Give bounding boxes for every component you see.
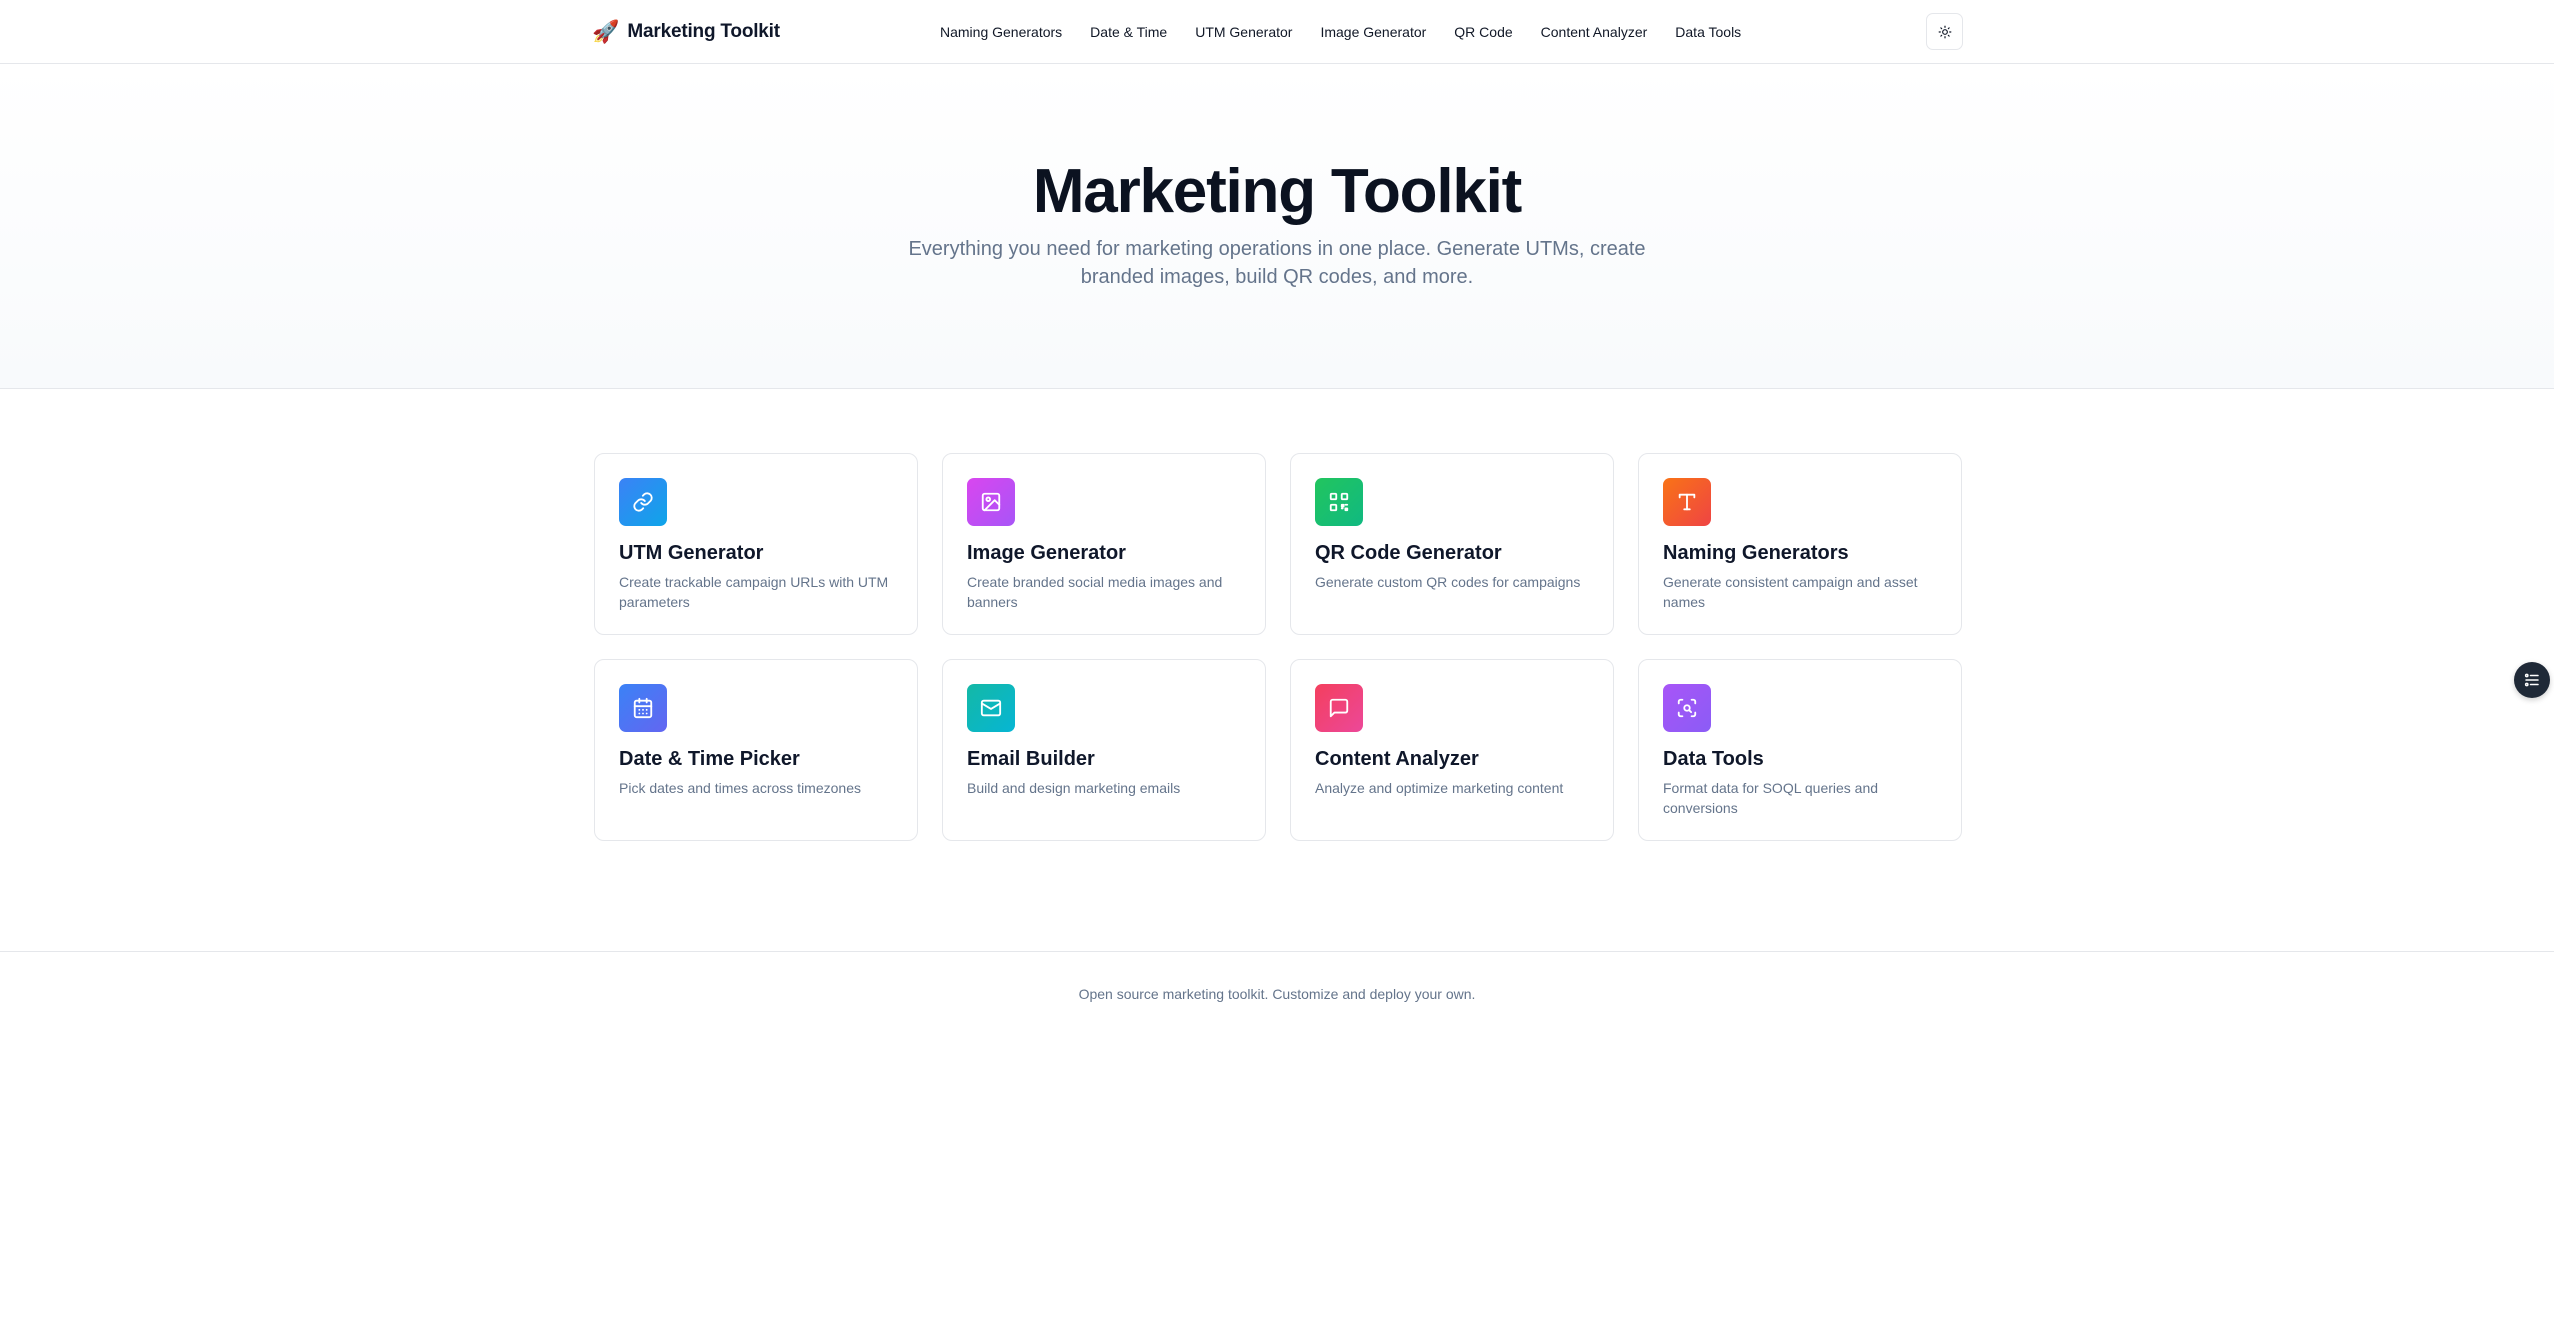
page-subtitle: Everything you need for marketing operat… [908,238,1646,288]
tool-card-naming-generators[interactable]: Naming Generators Generate consistent ca… [1638,453,1962,635]
nav-data-tools[interactable]: Data Tools [1675,24,1741,40]
card-icon-badge [619,478,667,526]
qr-code-icon [1329,492,1349,512]
card-title: Naming Generators [1663,542,1849,564]
card-title: Data Tools [1663,748,1764,770]
page-title: Marketing Toolkit [1032,157,1522,226]
hero-section: Marketing Toolkit Everything you need fo… [0,65,2554,389]
scan-icon [1677,698,1697,718]
card-title: Date & Time Picker [619,748,800,770]
card-icon-badge [967,478,1015,526]
card-title: Image Generator [967,542,1126,564]
nav-content-analyzer[interactable]: Content Analyzer [1541,24,1648,40]
image-icon [981,492,1001,512]
card-description: Create trackable campaign URLs with UTM … [619,574,889,610]
nav-date-time[interactable]: Date & Time [1090,24,1167,40]
tool-card-image-generator[interactable]: Image Generator Create branded social me… [942,453,1266,635]
card-description: Analyze and optimize marketing content [1315,780,1564,796]
nav-qr-code[interactable]: QR Code [1454,24,1512,40]
card-icon-badge [1663,478,1711,526]
card-icon-badge [1663,684,1711,732]
message-icon [1329,698,1349,718]
card-title: Content Analyzer [1315,748,1479,770]
tool-card-email-builder[interactable]: Email Builder Build and design marketing… [942,659,1266,841]
mail-icon [980,699,1002,717]
card-icon-badge [967,684,1015,732]
card-title: QR Code Generator [1315,542,1502,564]
card-icon-badge [1315,684,1363,732]
type-icon [1678,493,1696,511]
sun-icon [1938,25,1951,38]
card-description: Generate consistent campaign and asset n… [1663,574,1918,610]
footer-text: Open source marketing toolkit. Customize… [1078,986,1476,1002]
card-icon-badge [1315,478,1363,526]
card-description: Pick dates and times across timezones [619,780,861,796]
tool-card-qr-code-generator[interactable]: QR Code Generator Generate custom QR cod… [1290,453,1614,635]
card-icon-badge [619,684,667,732]
card-description: Format data for SOQL queries and convers… [1663,780,1879,816]
tool-card-data-tools[interactable]: Data Tools Format data for SOQL queries … [1638,659,1962,841]
brand-logo-link[interactable]: 🚀 Marketing Toolkit [592,18,780,46]
page-footer: Open source marketing toolkit. Customize… [0,951,2554,1041]
main-nav: Naming Generators Date & Time UTM Genera… [940,20,1741,44]
tools-grid: UTM Generator Create trackable campaign … [594,453,1962,841]
nav-image-generator[interactable]: Image Generator [1320,24,1426,40]
nav-utm-generator[interactable]: UTM Generator [1195,24,1292,40]
card-title: Email Builder [967,748,1095,770]
card-description: Generate custom QR codes for campaigns [1315,574,1581,590]
calendar-icon [633,697,653,719]
top-navbar: 🚀 Marketing Toolkit Naming Generators Da… [0,0,2554,64]
nav-naming-generators[interactable]: Naming Generators [940,24,1062,40]
tool-card-utm-generator[interactable]: UTM Generator Create trackable campaign … [594,453,918,635]
rocket-icon: 🚀 [592,19,620,44]
theme-toggle-button[interactable] [1926,13,1963,50]
card-title: UTM Generator [619,542,764,564]
tool-card-content-analyzer[interactable]: Content Analyzer Analyze and optimize ma… [1290,659,1614,841]
card-description: Create branded social media images and b… [967,574,1223,610]
link-icon [633,492,653,512]
tool-card-date-time-picker[interactable]: Date & Time Picker Pick dates and times … [594,659,918,841]
floating-menu-button[interactable] [2514,662,2550,698]
brand-name: Marketing Toolkit [627,21,780,42]
card-description: Build and design marketing emails [967,780,1181,796]
list-settings-icon [2524,673,2539,687]
